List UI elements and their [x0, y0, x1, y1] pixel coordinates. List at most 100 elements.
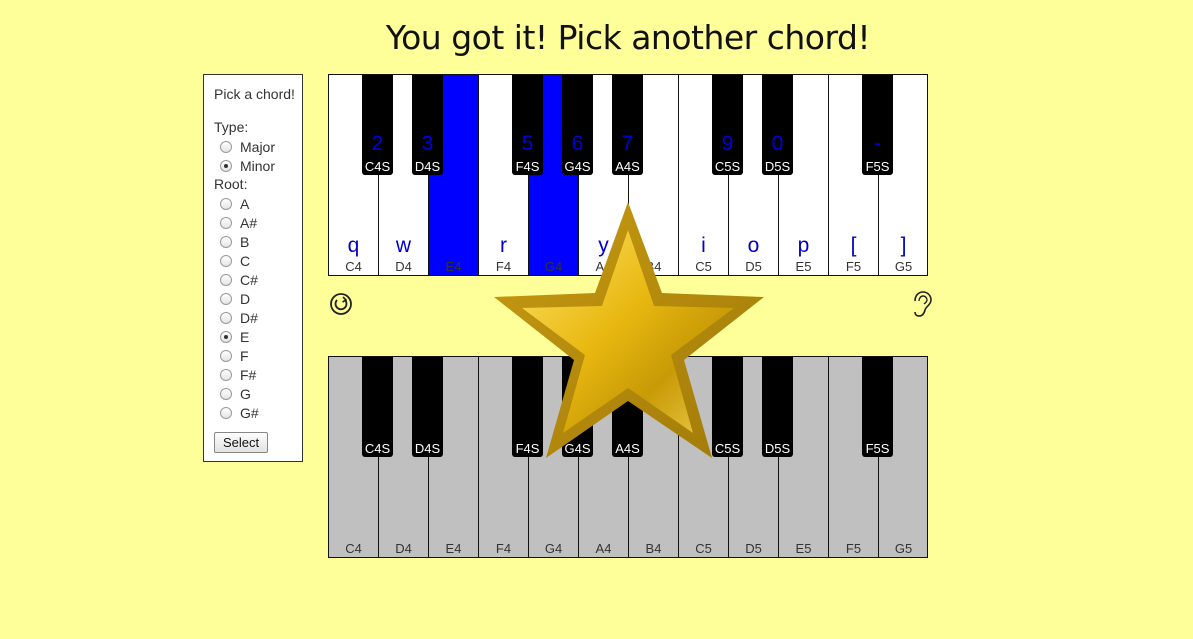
- radio-label: Minor: [240, 157, 276, 174]
- black-key-d4s[interactable]: 3 D4S: [412, 75, 443, 175]
- black-key-c4s[interactable]: 2 C4S: [362, 75, 393, 175]
- radio-label: F#: [240, 366, 257, 383]
- root-option-g-sharp[interactable]: G#: [214, 403, 302, 422]
- key-note-label: C4: [345, 541, 362, 556]
- radio-button[interactable]: [220, 254, 232, 267]
- answer-keyboard: q C4 w D4 E4 r F4 G4 y A4 B4 i C5 o D5 p E5[F5] G5 2 C4S 3 D4…: [328, 74, 928, 276]
- root-option-e[interactable]: E: [214, 327, 302, 346]
- key-note-label: F5S: [865, 441, 890, 456]
- radio-label: A: [240, 195, 250, 212]
- type-option-minor[interactable]: Minor: [214, 156, 302, 175]
- radio-label: D: [240, 290, 251, 307]
- radio-button[interactable]: [220, 311, 232, 324]
- key-note-label: F4: [495, 259, 512, 274]
- radio-label: G: [240, 385, 251, 402]
- radio-button[interactable]: [220, 368, 232, 381]
- key-note-label: F5S: [865, 159, 890, 174]
- chord-picker-panel: Pick a chord! Type: Major Minor Root: A A#…: [203, 74, 303, 462]
- key-note-label: A4S: [615, 441, 640, 456]
- root-option-c[interactable]: C: [214, 251, 302, 270]
- radio-label: B: [240, 233, 250, 250]
- key-note-label: E5: [795, 541, 812, 556]
- key-note-label: D5: [745, 541, 762, 556]
- key-shortcut-label: 2: [371, 132, 384, 155]
- key-note-label: G4: [544, 259, 563, 274]
- root-option-g[interactable]: G: [214, 384, 302, 403]
- radio-button[interactable]: [220, 159, 232, 172]
- black-key-d4s[interactable]: D4S: [412, 357, 443, 457]
- radio-label: C#: [240, 271, 258, 288]
- radio-button[interactable]: [220, 406, 232, 419]
- key-shortcut-label: 5: [521, 132, 534, 155]
- black-key-c5s[interactable]: C5S: [712, 357, 743, 457]
- panel-title: Pick a chord!: [214, 86, 295, 102]
- black-key-a4s[interactable]: 7 A4S: [612, 75, 643, 175]
- key-note-label: G5: [894, 541, 913, 556]
- black-key-f4s[interactable]: 5 F4S: [512, 75, 543, 175]
- key-shortcut-label: [: [850, 234, 857, 257]
- root-option-f[interactable]: F: [214, 346, 302, 365]
- replay-icon[interactable]: [328, 290, 354, 318]
- black-key-g4s[interactable]: 6 G4S: [562, 75, 593, 175]
- radio-button[interactable]: [220, 197, 232, 210]
- radio-button[interactable]: [220, 292, 232, 305]
- key-note-label: C4S: [364, 159, 391, 174]
- root-option-f-sharp[interactable]: F#: [214, 365, 302, 384]
- key-note-label: D5: [745, 259, 762, 274]
- key-note-label: E4: [445, 259, 462, 274]
- root-option-b[interactable]: B: [214, 232, 302, 251]
- key-shortcut-label: 7: [621, 132, 634, 155]
- radio-button[interactable]: [220, 349, 232, 362]
- black-key-f5s[interactable]: F5S: [862, 357, 893, 457]
- key-shortcut-label: r: [500, 234, 507, 257]
- black-key-a4s[interactable]: A4S: [612, 357, 643, 457]
- radio-label: F: [240, 347, 249, 364]
- key-shortcut-label: -: [874, 132, 881, 155]
- select-button[interactable]: Select: [214, 432, 269, 453]
- key-note-label: D5S: [764, 441, 791, 456]
- radio-button[interactable]: [220, 216, 232, 229]
- type-radio-group: Major Minor: [214, 137, 302, 175]
- root-option-d[interactable]: D: [214, 289, 302, 308]
- black-key-c4s[interactable]: C4S: [362, 357, 393, 457]
- play-keyboard: C4 D4 E4 F4 G4 A4 B4 C5 D5 E5 F5 G5 C4S D4S F4S G4S A4S C…: [328, 356, 928, 558]
- root-option-c-sharp[interactable]: C#: [214, 270, 302, 289]
- radio-label: G#: [240, 404, 259, 421]
- radio-button[interactable]: [220, 273, 232, 286]
- key-note-label: B4: [645, 541, 662, 556]
- key-note-label: F5: [845, 541, 862, 556]
- key-shortcut-label: 0: [771, 132, 784, 155]
- root-option-a-sharp[interactable]: A#: [214, 213, 302, 232]
- key-note-label: A4: [595, 259, 612, 274]
- key-note-label: G4S: [564, 159, 591, 174]
- black-key-d5s[interactable]: D5S: [762, 357, 793, 457]
- radio-label: Major: [240, 138, 276, 155]
- radio-button[interactable]: [220, 140, 232, 153]
- radio-button[interactable]: [220, 387, 232, 400]
- key-shortcut-label: 3: [421, 132, 434, 155]
- black-key-f4s[interactable]: F4S: [512, 357, 543, 457]
- key-shortcut-label: q: [347, 234, 360, 257]
- key-note-label: C4S: [364, 441, 391, 456]
- black-key-c5s[interactable]: 9 C5S: [712, 75, 743, 175]
- key-note-label: G4S: [564, 441, 591, 456]
- type-option-major[interactable]: Major: [214, 137, 302, 156]
- key-note-label: E4: [445, 541, 462, 556]
- key-note-label: A4: [595, 541, 612, 556]
- key-note-label: D4S: [414, 159, 441, 174]
- root-option-d-sharp[interactable]: D#: [214, 308, 302, 327]
- radio-button[interactable]: [220, 330, 232, 343]
- black-key-d5s[interactable]: 0 D5S: [762, 75, 793, 175]
- key-note-label: E5: [795, 259, 812, 274]
- black-key-f5s[interactable]: - F5S: [862, 75, 893, 175]
- key-note-label: D4: [395, 541, 412, 556]
- key-note-label: B4: [645, 259, 662, 274]
- black-key-g4s[interactable]: G4S: [562, 357, 593, 457]
- key-note-label: D4S: [414, 441, 441, 456]
- root-option-a[interactable]: A: [214, 194, 302, 213]
- key-note-label: F4S: [515, 441, 540, 456]
- key-note-label: C4: [345, 259, 362, 274]
- radio-button[interactable]: [220, 235, 232, 248]
- ear-icon[interactable]: [908, 290, 934, 318]
- key-note-label: F5: [845, 259, 862, 274]
